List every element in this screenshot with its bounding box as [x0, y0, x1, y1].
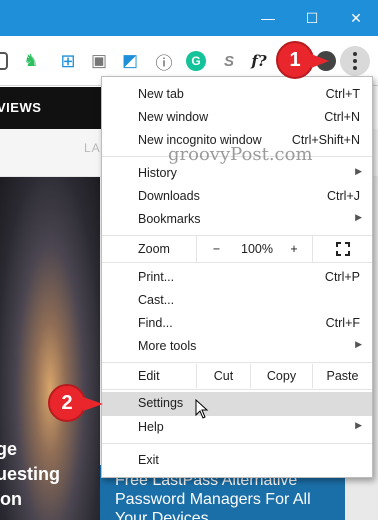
plus-icon: +	[290, 242, 298, 256]
menu-item-label: Cast...	[138, 293, 175, 307]
menu-item-label: Settings	[138, 396, 184, 410]
menu-dot-icon	[353, 59, 357, 63]
article-photo[interactable]: ge uesting on	[0, 177, 100, 520]
s-icon: S	[223, 52, 234, 70]
fullscreen-icon	[335, 242, 350, 256]
minimize-button[interactable]: —	[246, 0, 290, 36]
menu-item-bookmarks[interactable]: Bookmarks ▶	[102, 208, 372, 231]
window-icon: ◩	[121, 51, 139, 70]
step-2-callout: 2	[48, 384, 86, 422]
maximize-icon: ☐	[305, 9, 319, 26]
fullscreen-button[interactable]	[312, 236, 372, 262]
submenu-arrow-icon: ▶	[355, 420, 362, 430]
windows-icon: ⊞	[60, 50, 76, 71]
subnav-text[interactable]: LA	[84, 141, 101, 155]
zoom-label: Zoom	[138, 242, 170, 256]
menu-item-label: Bookmarks	[138, 212, 201, 226]
menu-item-cast[interactable]: Cast...	[102, 289, 372, 312]
close-icon: ✕	[350, 9, 362, 26]
submenu-arrow-icon: ▶	[355, 212, 362, 222]
zoom-level: 100%	[241, 242, 273, 256]
menu-item-more-tools[interactable]: More tools ▶	[102, 335, 372, 358]
partial-extension-icon[interactable]	[0, 52, 8, 70]
paste-button[interactable]: Paste	[312, 364, 372, 388]
mouse-cursor-icon	[195, 399, 209, 419]
evernote-icon: ♞	[23, 51, 39, 70]
photo-caption-line: uesting	[0, 464, 61, 484]
callout-pointer-icon	[311, 54, 329, 68]
edit-row: Edit Cut Copy Paste	[102, 364, 372, 388]
menu-item-settings[interactable]: Settings	[102, 392, 372, 416]
maximize-button[interactable]: ☐	[290, 0, 334, 36]
menu-item-shortcut: Ctrl+T	[325, 87, 360, 101]
site-nav-text: VIEWS	[0, 100, 42, 115]
step-1-callout: 1	[276, 41, 314, 79]
menu-separator	[102, 443, 372, 444]
copy-button[interactable]: Copy	[250, 364, 312, 388]
menu-item-label: Print...	[138, 270, 175, 284]
edit-label: Edit	[138, 369, 160, 383]
menu-dot-icon	[353, 52, 357, 56]
chrome-menu-button[interactable]	[340, 46, 370, 76]
formula-icon: f?	[251, 52, 267, 70]
watermark-text: groovyPost.com	[168, 144, 313, 165]
menu-item-label: Find...	[138, 316, 173, 330]
article-card-line: Password Managers For All	[115, 491, 311, 508]
menu-item-label: Downloads	[138, 189, 200, 203]
save-icon: ▣	[90, 51, 108, 70]
grammarly-icon: G	[191, 54, 201, 68]
copy-label: Copy	[266, 369, 297, 383]
chrome-main-menu: New tab Ctrl+T New window Ctrl+N New inc…	[101, 76, 373, 478]
formula-extension[interactable]: f?	[248, 52, 270, 70]
menu-item-shortcut: Ctrl+F	[325, 316, 360, 330]
evernote-extension[interactable]: ♞	[22, 51, 40, 70]
zoom-out-button[interactable]: −	[196, 236, 236, 262]
menu-item-new-window[interactable]: New window Ctrl+N	[102, 106, 372, 129]
window-title-bar: — ☐ ✕	[0, 0, 378, 36]
menu-item-label: More tools	[138, 339, 197, 353]
screenshot-root: — ☐ ✕ ♞ ⊞ ▣ ◩ ⓘ G S f? VIEWS LA ge uesti…	[0, 0, 378, 520]
photo-caption-line: on	[0, 489, 22, 509]
s-extension[interactable]: S	[220, 52, 238, 70]
menu-item-label: New window	[138, 110, 209, 124]
lastpass-extension[interactable]: ⓘ	[155, 52, 173, 73]
article-card-line: Your Devices	[115, 510, 209, 520]
menu-item-new-tab[interactable]: New tab Ctrl+T	[102, 83, 372, 106]
grammarly-extension[interactable]: G	[186, 51, 206, 71]
callout-pointer-icon	[83, 397, 103, 411]
menu-item-shortcut: Ctrl+J	[327, 189, 360, 203]
close-button[interactable]: ✕	[334, 0, 378, 36]
menu-item-downloads[interactable]: Downloads Ctrl+J	[102, 185, 372, 208]
save-extension[interactable]: ▣	[90, 51, 108, 70]
photo-caption-line: ge	[0, 439, 18, 459]
menu-separator	[102, 262, 372, 263]
windows-extension[interactable]: ⊞	[59, 50, 77, 71]
menu-item-print[interactable]: Print... Ctrl+P	[102, 266, 372, 289]
window-extension[interactable]: ◩	[121, 51, 139, 70]
menu-item-shortcut: Ctrl+P	[324, 270, 360, 284]
minus-icon: −	[212, 242, 221, 256]
cut-button[interactable]: Cut	[196, 364, 250, 388]
zoom-in-button[interactable]: +	[278, 236, 310, 262]
menu-item-help[interactable]: Help ▶	[102, 416, 372, 439]
menu-item-exit[interactable]: Exit	[102, 449, 372, 472]
zoom-row: Zoom − 100% +	[102, 236, 372, 262]
paste-label: Paste	[326, 369, 359, 383]
menu-item-shortcut: Ctrl+N	[324, 110, 360, 124]
menu-item-history[interactable]: History ▶	[102, 162, 372, 185]
minimize-icon: —	[261, 10, 275, 26]
site-nav-bar[interactable]: VIEWS	[0, 87, 110, 129]
submenu-arrow-icon: ▶	[355, 339, 362, 349]
menu-item-label: History	[138, 166, 177, 180]
submenu-arrow-icon: ▶	[355, 166, 362, 176]
menu-item-find[interactable]: Find... Ctrl+F	[102, 312, 372, 335]
menu-item-label: Exit	[138, 453, 159, 467]
lastpass-icon: ⓘ	[155, 53, 173, 73]
menu-item-label: Help	[138, 420, 164, 434]
cut-label: Cut	[213, 369, 234, 383]
menu-separator	[102, 389, 372, 390]
menu-dot-icon	[353, 66, 357, 70]
menu-item-label: New tab	[138, 87, 184, 101]
menu-separator	[102, 362, 372, 363]
